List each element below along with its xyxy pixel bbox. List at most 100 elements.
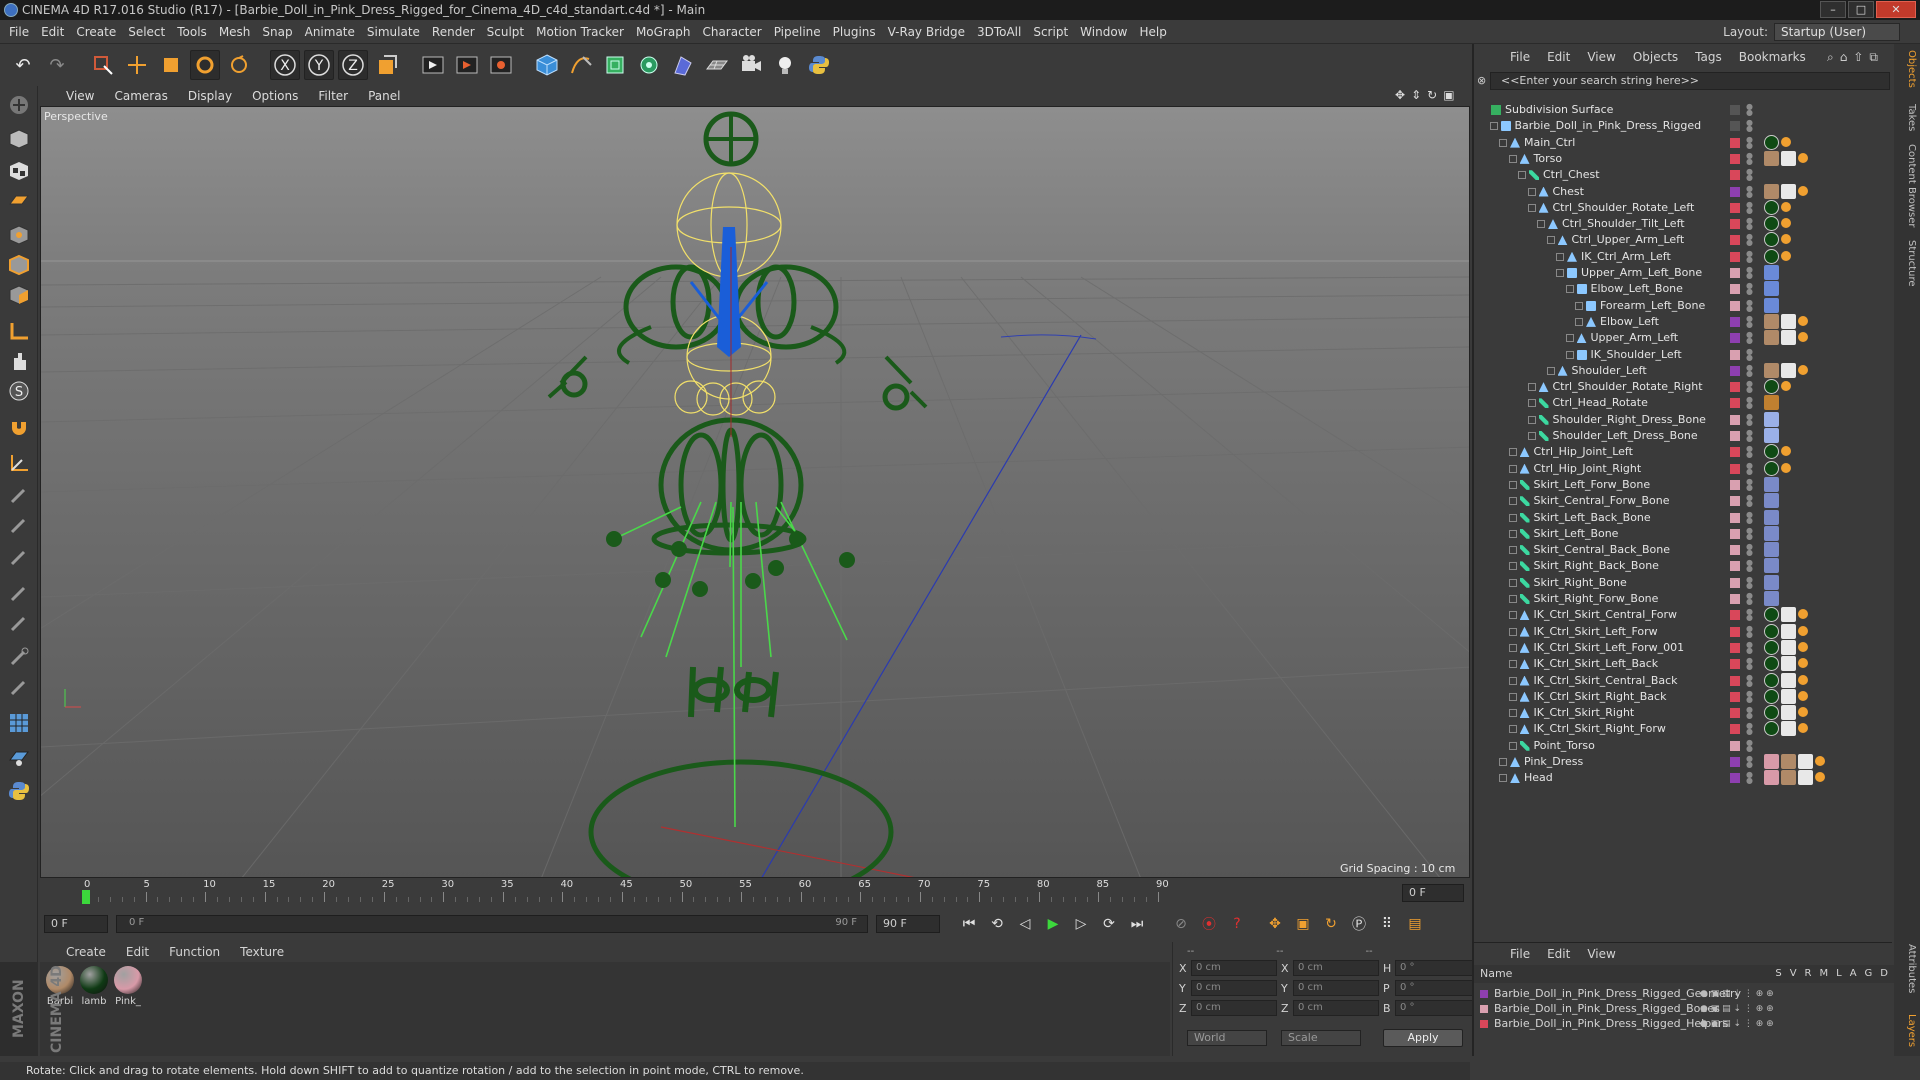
layer-color-swatch[interactable] <box>1730 447 1740 458</box>
next-key-icon[interactable]: ⟳ <box>1098 913 1120 935</box>
expand-toggle-icon[interactable] <box>1508 578 1517 587</box>
constraint-tag-icon[interactable] <box>1798 641 1808 652</box>
y-axis-lock-icon[interactable]: Y <box>304 50 334 80</box>
layer-color-swatch[interactable] <box>1730 642 1740 653</box>
python-icon[interactable] <box>804 50 834 80</box>
previous-key-icon[interactable]: ⟲ <box>986 913 1008 935</box>
om-menu-bookmarks[interactable]: Bookmarks <box>1739 50 1806 64</box>
constraint-tag-icon[interactable] <box>1798 625 1808 636</box>
key-rotation-icon[interactable]: ↻ <box>1320 913 1342 935</box>
floor-icon[interactable] <box>702 50 732 80</box>
tab-attributes[interactable]: Attributes <box>1897 944 1917 993</box>
visibility-dots-icon[interactable]: ● ● <box>1746 575 1753 589</box>
coordinate-system-icon[interactable] <box>372 50 402 80</box>
render-settings-icon[interactable] <box>486 50 516 80</box>
expand-toggle-icon[interactable] <box>1508 709 1517 718</box>
rotate-icon[interactable] <box>190 50 220 80</box>
green-display-tag-icon[interactable] <box>1764 248 1779 264</box>
undo-icon[interactable]: ↶ <box>8 50 38 80</box>
expand-toggle-icon[interactable] <box>1489 122 1498 131</box>
material-menu-texture[interactable]: Texture <box>240 945 284 959</box>
expand-toggle-icon[interactable] <box>1546 236 1555 245</box>
layer-color-swatch[interactable] <box>1730 528 1740 539</box>
layer-flag-icons[interactable]: ● ▣ ▤ ⇣ ⋮ ⊕ ⊕ <box>1700 1001 1774 1017</box>
menu-3dtoall[interactable]: 3DToAll <box>977 25 1021 39</box>
material-swatch[interactable]: lamb <box>78 966 110 1007</box>
layout-dropdown[interactable]: Startup (User) <box>1774 23 1900 41</box>
texture-tag-icon[interactable] <box>1781 330 1796 346</box>
expand-toggle-icon[interactable] <box>1565 334 1574 343</box>
constraint-tag-icon[interactable] <box>1798 723 1808 734</box>
skin-material-tag-icon[interactable] <box>1764 150 1779 166</box>
skin-material-tag-icon[interactable] <box>1781 754 1796 769</box>
texture-tag-icon[interactable] <box>1781 313 1796 329</box>
size-y-field[interactable]: 0 cm <box>1293 980 1379 996</box>
rot-b-field[interactable]: 0 ° <box>1395 1000 1481 1016</box>
current-frame-field[interactable]: 0 F <box>1402 884 1464 902</box>
expand-toggle-icon[interactable] <box>1508 676 1517 685</box>
layer-menu-view[interactable]: View <box>1587 947 1615 961</box>
enable-axis-icon[interactable] <box>4 448 34 478</box>
brush-tool-icon[interactable] <box>4 480 34 510</box>
expand-toggle-icon[interactable] <box>1508 660 1517 669</box>
layer-color-swatch[interactable] <box>1730 463 1740 474</box>
viewport-menu-options[interactable]: Options <box>252 89 298 103</box>
array-generator-icon[interactable] <box>634 50 664 80</box>
render-view-icon[interactable] <box>418 50 448 80</box>
expand-toggle-icon[interactable] <box>1508 529 1517 538</box>
expand-toggle-icon[interactable] <box>1499 138 1507 147</box>
visibility-dots-icon[interactable]: ● ● <box>1746 738 1753 752</box>
subdivision-surface-icon[interactable] <box>600 50 630 80</box>
python-script-icon[interactable] <box>4 776 34 806</box>
points-mode-icon[interactable] <box>4 220 34 250</box>
texture-tag-icon[interactable] <box>1798 754 1813 769</box>
ik-chain-tag-icon[interactable] <box>1764 591 1779 606</box>
om-up-icon[interactable]: ⇧ <box>1853 50 1863 65</box>
visibility-dots-icon[interactable]: ● ● <box>1746 314 1753 328</box>
texture-tag-icon[interactable] <box>1781 672 1796 688</box>
visibility-dots-icon[interactable]: ● ● <box>1746 755 1753 769</box>
tweak-mode-icon[interactable] <box>4 346 34 376</box>
menu-motion-tracker[interactable]: Motion Tracker <box>536 25 624 39</box>
ik-tag-icon[interactable] <box>1764 281 1779 297</box>
model-mode-icon[interactable] <box>4 124 34 154</box>
visibility-dots-icon[interactable]: ● ● <box>1746 135 1753 149</box>
constraint-tag-icon[interactable] <box>1781 446 1791 457</box>
layer-row[interactable]: Barbie_Doll_in_Pink_Dress_Rigged_Bones ● … <box>1480 1001 1774 1017</box>
pos-x-field[interactable]: 0 cm <box>1191 960 1277 976</box>
expand-toggle-icon[interactable] <box>1508 741 1517 750</box>
texture-tag-icon[interactable] <box>1781 183 1796 199</box>
visibility-dots-icon[interactable]: ● ● <box>1746 461 1753 475</box>
layer-menu-file[interactable]: File <box>1510 947 1530 961</box>
menu-render[interactable]: Render <box>432 25 475 39</box>
x-axis-lock-icon[interactable]: X <box>270 50 300 80</box>
constraint-tag-icon[interactable] <box>1798 658 1808 669</box>
workplane-mode-icon[interactable] <box>4 186 34 216</box>
layer-row[interactable]: Barbie_Doll_in_Pink_Dress_Rigged_Helpers… <box>1480 1016 1774 1032</box>
expand-toggle-icon[interactable] <box>1537 220 1545 229</box>
expand-toggle-icon[interactable] <box>1556 252 1564 261</box>
menu-create[interactable]: Create <box>76 25 116 39</box>
pink-material-tag-icon[interactable] <box>1764 754 1779 769</box>
constraint-tag-icon[interactable] <box>1815 756 1825 766</box>
texture-tag-icon[interactable] <box>1781 721 1796 737</box>
menu-window[interactable]: Window <box>1080 25 1127 39</box>
constraint-tag-icon[interactable] <box>1798 364 1808 375</box>
menu-help[interactable]: Help <box>1139 25 1166 39</box>
cube-primitive-icon[interactable] <box>532 50 562 80</box>
pos-z-field[interactable]: 0 cm <box>1191 1000 1277 1016</box>
ik-chain-tag-icon[interactable] <box>1764 574 1779 590</box>
skin-material-tag-icon[interactable] <box>1781 770 1796 786</box>
layer-color-swatch[interactable] <box>1730 512 1740 523</box>
visibility-dots-icon[interactable]: ● ● <box>1746 298 1753 312</box>
menu-tools[interactable]: Tools <box>177 25 207 39</box>
tab-content-browser[interactable]: Content Browser <box>1897 144 1917 227</box>
layer-color-swatch[interactable] <box>1730 235 1740 246</box>
material-menu-create[interactable]: Create <box>66 945 106 959</box>
constraint-tag-icon[interactable] <box>1781 250 1791 261</box>
autokey-icon[interactable]: ? <box>1226 913 1248 935</box>
orbit-icon[interactable]: ↻ <box>1427 88 1437 102</box>
object-search-input[interactable]: <<Enter your search string here>> <box>1490 72 1890 90</box>
layer-color-swatch[interactable] <box>1730 691 1740 702</box>
expand-toggle-icon[interactable] <box>1508 562 1517 571</box>
